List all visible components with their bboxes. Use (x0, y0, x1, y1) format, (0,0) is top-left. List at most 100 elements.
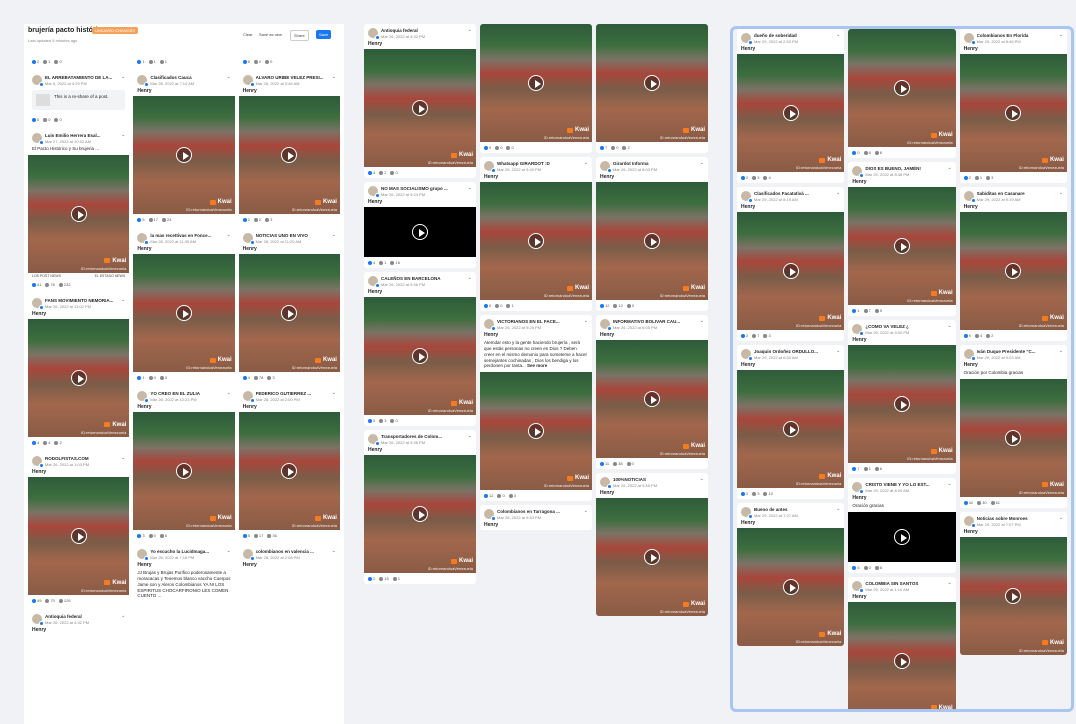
video-player[interactable]: KwaiID:retornandoaVenezuela (737, 54, 845, 172)
post-date[interactable]: Mar 26, 2022 at 4:32 PM (381, 34, 472, 39)
avatar[interactable] (741, 507, 753, 519)
avatar[interactable] (368, 186, 380, 198)
chevron-down-icon[interactable]: ⌄ (121, 74, 125, 80)
shares-count[interactable]: 0 (626, 303, 634, 308)
post-card[interactable]: COLOMBIA SIN SANTOS Mar 29, 2022 at 1:10 … (848, 576, 956, 709)
avatar[interactable] (137, 233, 150, 245)
page-name-link[interactable]: DIOS ES BUENO, JAMÉN! (865, 166, 951, 171)
play-icon[interactable] (782, 105, 799, 121)
shares-count[interactable]: 2 (622, 145, 630, 150)
post-card[interactable]: Bueno de antes Mar 29, 2022 at 7:27 AM ⌄ He… (737, 503, 845, 646)
reactions-count[interactable]: 41 (32, 282, 41, 287)
clear-button[interactable]: Clear (240, 30, 256, 39)
shares-count[interactable]: 0 (506, 145, 514, 150)
comments-count[interactable]: 3 (379, 418, 386, 423)
comments-count[interactable]: 1 (379, 260, 386, 265)
page-name-link[interactable]: la mas recettivas en Fonce... (150, 233, 230, 238)
post-date[interactable]: Mar 26, 2022 at 8:03 PM (613, 167, 704, 172)
page-name-link[interactable]: YO CREO EN EL ZULIA (150, 391, 230, 396)
avatar[interactable] (852, 324, 865, 336)
page-name-link[interactable]: Noticias sobre Monroes (977, 516, 1063, 521)
avatar[interactable] (741, 33, 753, 45)
avatar[interactable] (741, 191, 753, 203)
post-card[interactable]: Colombianos en Tarragona ... Mar 26, 2022… (480, 505, 592, 531)
post-card[interactable]: colombianos en valencia ... Mar 28, 2022 … (238, 545, 340, 570)
play-icon[interactable] (281, 147, 298, 163)
reactions-count[interactable]: 12 (484, 493, 493, 498)
chevron-down-icon[interactable]: ⌄ (836, 506, 840, 512)
video-player[interactable]: KwaiID:retornandoaVenezuela (959, 536, 1067, 655)
shares-count[interactable]: 2 (54, 440, 62, 445)
post-date[interactable]: Mar 27, 2022 at 10:02 AM (45, 139, 125, 144)
page-name-link[interactable]: FANS MOVIMIENTO NEMORIA... (45, 298, 125, 303)
avatar[interactable] (963, 349, 976, 361)
reactions-count[interactable]: 7 (600, 145, 607, 150)
comments-count[interactable]: 0 (253, 59, 261, 64)
play-icon[interactable] (175, 305, 192, 321)
shares-count[interactable]: 3 (508, 493, 516, 498)
reactions-count[interactable]: 2 (741, 491, 748, 496)
play-icon[interactable] (281, 463, 298, 479)
shares-count[interactable]: 10 (763, 491, 773, 496)
reactions-count[interactable]: 0 (368, 418, 375, 423)
video-player[interactable]: KwaiID:retornandoaVenezuela (848, 187, 956, 305)
video-player[interactable]: KwaiID:retornandoaVenezuela (596, 24, 708, 142)
post-date[interactable]: Mar 29, 2022 at 8:48 PM (865, 172, 951, 177)
post-date[interactable]: Mar 28, 2022 at 10:23 PM (150, 397, 230, 402)
avatar[interactable] (242, 233, 255, 245)
avatar[interactable] (963, 515, 976, 528)
see-more-link[interactable]: See more (527, 363, 547, 368)
post-card[interactable]: CALEÑOS EN BARCELONA Mar 26, 2022 at 9:36… (364, 272, 476, 426)
avatar[interactable] (852, 166, 865, 178)
video-player[interactable]: KwaiID:retornandoaVenezuela (848, 601, 956, 709)
post-card[interactable]: Clasificados Cauca Mar 28, 2022 at 7:10 A… (133, 71, 235, 225)
reactions-count[interactable]: 5 (852, 565, 860, 570)
reactions-count[interactable]: 4 (368, 170, 375, 175)
page-name-link[interactable]: RODOLFISTAS.COM (45, 456, 125, 461)
post-card[interactable]: INFORMATIVO BOLIVAR CAU... Mar 26, 2022 a… (596, 315, 708, 469)
chevron-down-icon[interactable]: ⌄ (1059, 32, 1063, 38)
play-icon[interactable] (528, 233, 544, 249)
chevron-down-icon[interactable]: ⌄ (584, 508, 588, 514)
shares-count[interactable]: 16 (390, 260, 400, 265)
post-date[interactable]: Mar 29, 2022 at 9:19 AM (977, 197, 1063, 202)
video-player[interactable]: KwaiID:retornandoaVenezuela (238, 412, 340, 530)
post-date[interactable]: Mar 28, 2022 at 2:08 PM (256, 555, 336, 560)
reactions-count[interactable]: 2 (963, 175, 971, 180)
video-player[interactable]: KwaiID:retornandoaVenezuela (737, 212, 845, 330)
shares-count[interactable]: 24 (162, 217, 171, 222)
play-icon[interactable] (644, 549, 660, 565)
page-name-link[interactable]: Transportadores de Colom... (381, 434, 472, 439)
post-date[interactable]: Mar 28, 2022 at 7:16 PM (150, 555, 230, 560)
shares-count[interactable]: 5 (874, 308, 882, 313)
post-card[interactable]: la mas recettivas en Fonce... Mar 28, 202… (133, 229, 235, 383)
page-name-link[interactable]: Whatsapp GIRARDOT :D (497, 161, 588, 166)
post-card[interactable]: Yo escucho la Lucidmaga... Mar 28, 2022 a… (133, 545, 235, 603)
post-card[interactable]: Noticias sobre Monroes Mar 29, 2022 at 7:… (959, 511, 1067, 655)
comments-count[interactable]: 0 (611, 145, 618, 150)
play-icon[interactable] (412, 224, 428, 240)
page-name-link[interactable]: EL ARREBATAMIENTO DE LA... (45, 75, 125, 80)
post-card[interactable]: dueño de soberidad Mar 29, 2022 at 2:53 P… (737, 29, 845, 183)
post-card[interactable]: 100%NOTICIAS Mar 26, 2022 at 5:55 PM ⌄ Henr… (596, 473, 708, 616)
video-player[interactable]: KwaiID:retornandoaVenezuela (848, 345, 956, 463)
avatar[interactable] (32, 455, 44, 468)
post-date[interactable]: Mar 29, 2022 at 8:20 AM (865, 488, 951, 493)
video-player[interactable]: KwaiID:retornandoaVenezuela (596, 182, 708, 300)
video-player[interactable]: KwaiID:retornandoaVenezuela (133, 254, 235, 372)
chevron-down-icon[interactable]: ⌄ (836, 348, 840, 354)
avatar[interactable] (963, 33, 976, 45)
reactions-count[interactable]: 49 (32, 598, 41, 603)
chevron-down-icon[interactable]: ⌄ (332, 74, 336, 80)
chevron-down-icon[interactable]: ⌄ (121, 132, 125, 138)
chevron-down-icon[interactable]: ⌄ (332, 232, 336, 238)
video-player[interactable]: KwaiID:retornandoaVenezuela (480, 24, 592, 142)
post-date[interactable]: Mar 29, 2022 at 2:53 PM (754, 39, 840, 44)
play-icon[interactable] (70, 205, 87, 222)
post-card[interactable]: EL ARREBATAMIENTO DE LA... Mar 6, 2022 at… (28, 71, 130, 125)
video-player[interactable]: KwaiID:retornandoaVenezuela (959, 54, 1067, 172)
comments-count[interactable]: 0 (148, 533, 156, 538)
comments-count[interactable]: 0 (495, 145, 502, 150)
avatar[interactable] (368, 276, 380, 288)
post-date[interactable]: Mar 26, 2022 at 9:36 PM (381, 440, 472, 445)
